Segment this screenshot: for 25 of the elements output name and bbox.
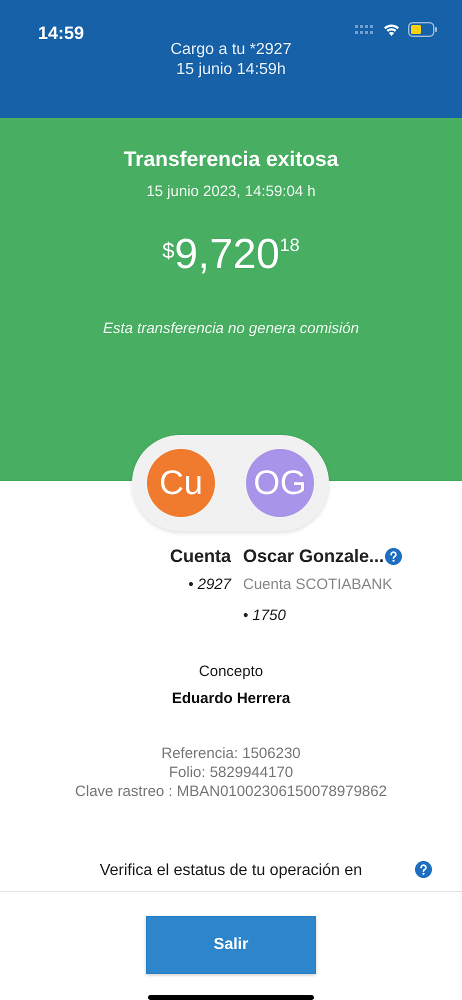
battery-icon	[408, 22, 438, 37]
avatar: OG	[246, 449, 314, 517]
concept-value: Eduardo Herrera	[172, 688, 290, 708]
success-title: Transferencia exitosa	[124, 146, 338, 173]
charge-account: Cargo a tu *2927	[170, 40, 292, 60]
detail-line: Clave rastreo : MBAN01002306150078979862	[75, 782, 387, 801]
charge-date: 15 junio 14:59h	[176, 60, 286, 80]
account-number: • 2927	[188, 575, 231, 595]
signal-icon	[355, 24, 375, 34]
party-name: Cuenta	[170, 545, 231, 568]
party-name: Oscar Gonzale...	[243, 545, 384, 568]
concept-label: Concepto	[198, 662, 264, 682]
transfer-date: 15 junio 2023, 14:59:04 h	[146, 182, 316, 202]
clock: 14:59	[38, 22, 84, 45]
verify-text: Verifica el estatus de tu operación en	[100, 861, 362, 881]
help-icon[interactable]	[385, 548, 402, 565]
fee-note: Esta transferencia no genera comisión	[103, 318, 359, 339]
detail-line: Folio: 5829944170	[168, 763, 294, 782]
avatar: Cu	[147, 449, 215, 517]
exit-button[interactable]: Salir	[146, 916, 316, 974]
bank-name: Cuenta SCOTIABANK	[243, 575, 394, 595]
account-number: • 1750	[243, 606, 287, 626]
wifi-icon	[383, 23, 400, 36]
detail-line: Referencia: 1506230	[161, 744, 301, 763]
help-icon[interactable]	[415, 861, 432, 878]
